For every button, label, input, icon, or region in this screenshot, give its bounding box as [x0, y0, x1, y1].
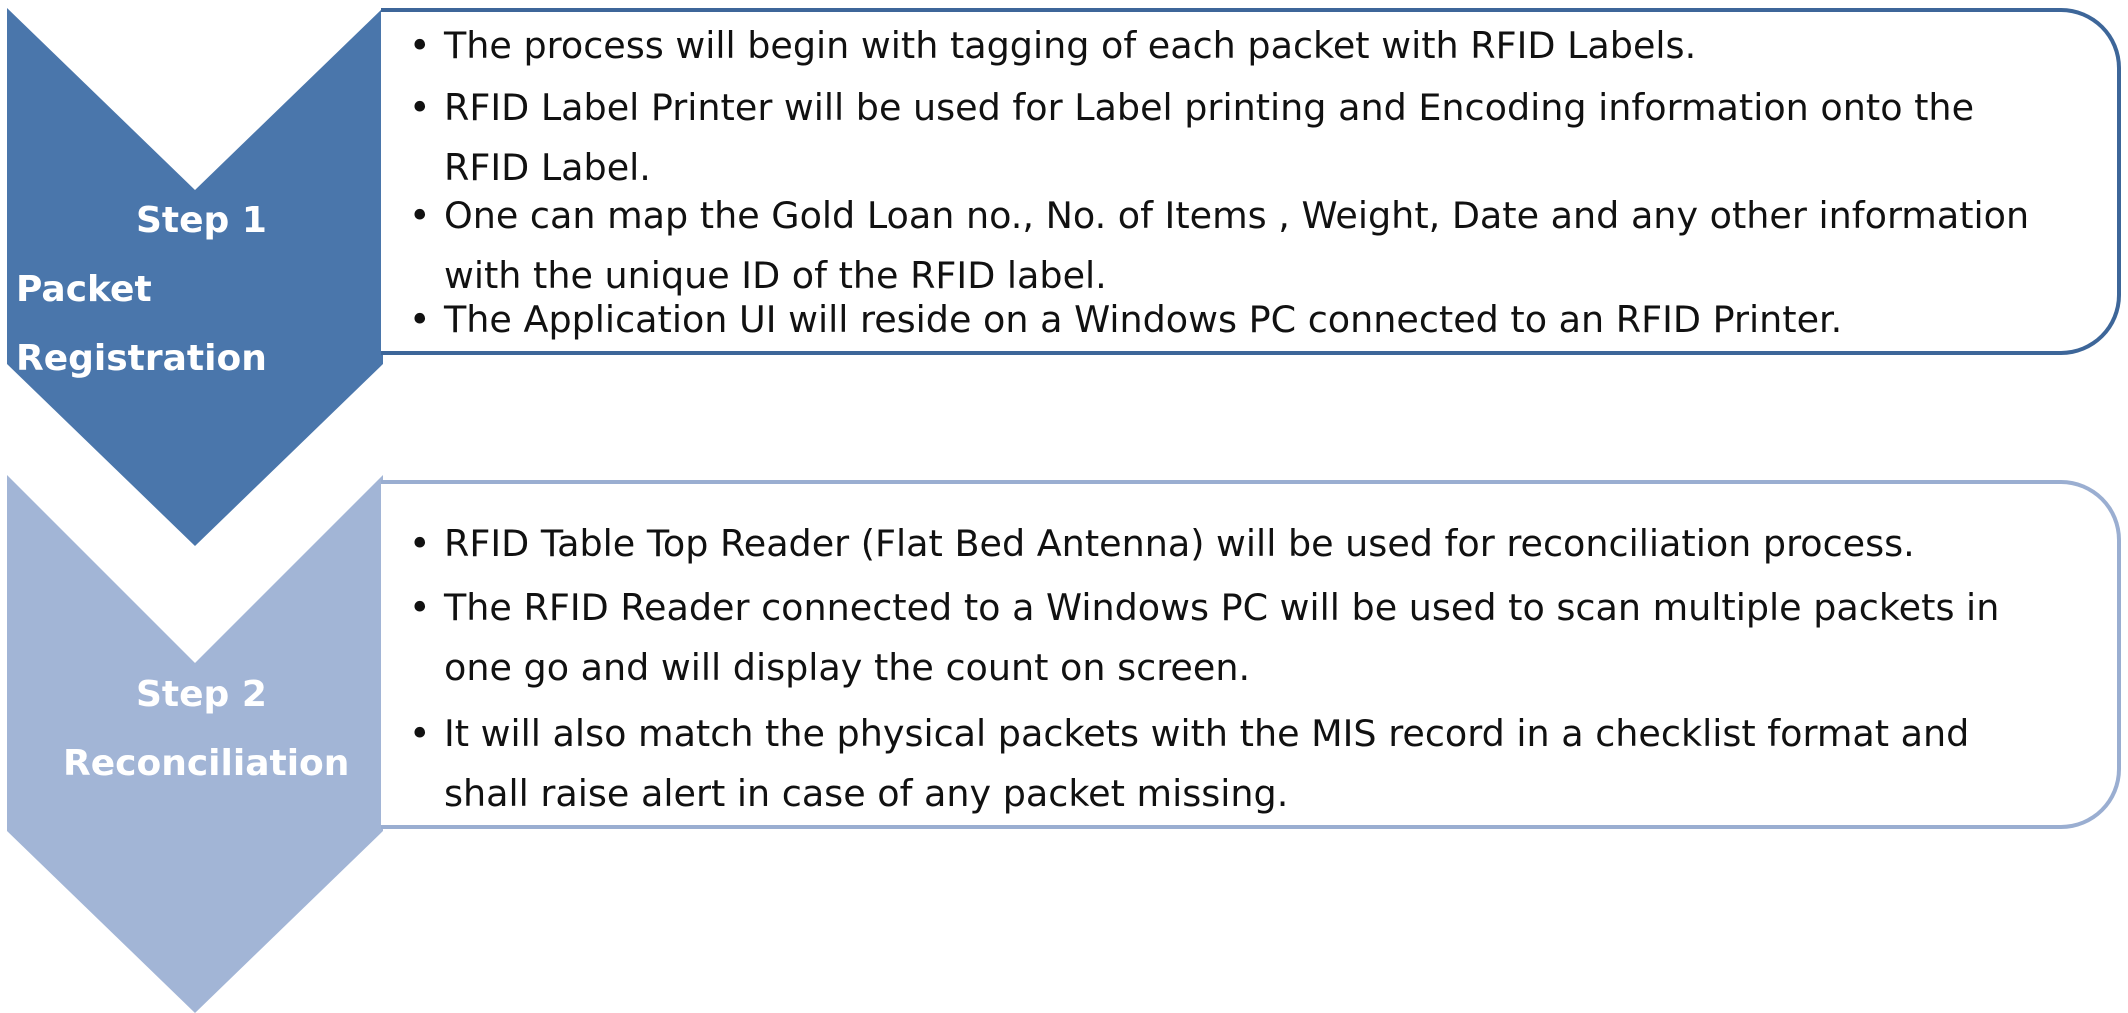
- step1-title-line2: Registration: [16, 338, 267, 379]
- step2-bullet: • RFID Table Top Reader (Flat Bed Antenn…: [381, 514, 2061, 574]
- bullet-marker: •: [409, 586, 431, 629]
- step1-bullet: • The Application UI will reside on a Wi…: [381, 290, 2061, 350]
- bullet-marker: •: [409, 522, 431, 565]
- step2-bullet: • It will also match the physical packet…: [381, 704, 2061, 824]
- bullet-text: RFID Label Printer will be used for Labe…: [444, 86, 1975, 189]
- bullet-marker: •: [409, 194, 431, 237]
- bullet-text: It will also match the physical packets …: [444, 712, 1970, 815]
- step2-title-line1: Reconciliation: [63, 743, 350, 784]
- bullet-marker: •: [409, 86, 431, 129]
- step2-content-box: • RFID Table Top Reader (Flat Bed Antenn…: [381, 480, 2121, 829]
- bullet-text: One can map the Gold Loan no., No. of It…: [444, 194, 2030, 297]
- step1-number-label: Step 1: [136, 200, 267, 241]
- step1-bullet: • The process will begin with tagging of…: [381, 16, 2061, 76]
- step1-title-line1: Packet: [16, 269, 152, 310]
- bullet-text: The Application UI will reside on a Wind…: [444, 298, 1843, 341]
- step1-bullet: • RFID Label Printer will be used for La…: [381, 78, 2061, 198]
- bullet-text: RFID Table Top Reader (Flat Bed Antenna)…: [444, 522, 1915, 565]
- bullet-marker: •: [409, 712, 431, 755]
- step1-bullet: • One can map the Gold Loan no., No. of …: [381, 186, 2061, 306]
- bullet-text: The process will begin with tagging of e…: [444, 24, 1697, 67]
- bullet-text: The RFID Reader connected to a Windows P…: [444, 586, 2000, 689]
- step2-number-label: Step 2: [136, 674, 267, 715]
- step1-content-box: • The process will begin with tagging of…: [381, 8, 2121, 355]
- bullet-marker: •: [409, 298, 431, 341]
- bullet-marker: •: [409, 24, 431, 67]
- step2-bullet: • The RFID Reader connected to a Windows…: [381, 578, 2061, 698]
